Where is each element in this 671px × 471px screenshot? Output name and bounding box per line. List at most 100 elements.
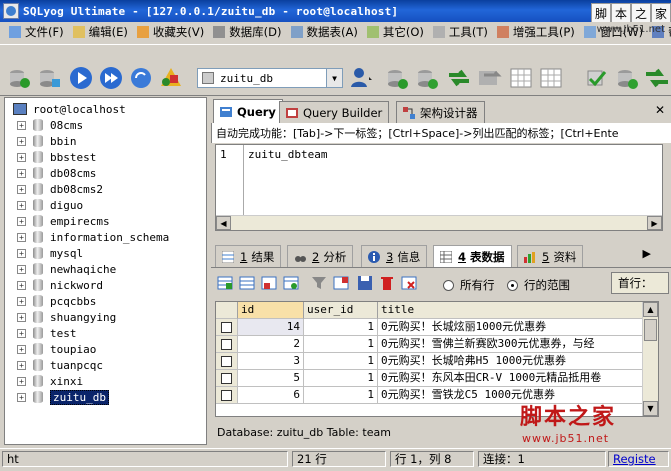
radio-button-selected[interactable] [507,279,518,291]
new-query-icon[interactable] [36,65,62,91]
menu-favorites[interactable]: 收藏夹(V) [136,24,204,40]
expand-icon[interactable]: + [17,152,26,162]
expand-icon[interactable]: + [17,328,26,338]
row-selector[interactable] [216,353,238,370]
tree-item-mysql[interactable]: + mysql [17,245,83,261]
backup-database-icon[interactable] [414,65,440,91]
tab-scroll-right-icon[interactable]: ▶ [643,247,651,260]
table-row[interactable]: 3 1 0元购买！长城哈弗H5 1000元优惠券 [216,353,658,370]
scroll-down-icon[interactable]: ▼ [643,401,658,416]
radio-all-rows[interactable]: 所有行 [443,277,495,293]
cell-id[interactable]: 14 [238,319,304,336]
cell-user-id[interactable]: 1 [304,336,378,353]
schema-grid-icon[interactable] [538,65,564,91]
insert-row-icon[interactable] [217,275,233,291]
cell-id[interactable]: 5 [238,370,304,387]
menu-powertools[interactable]: 增强工具(P) [496,24,575,40]
close-icon[interactable]: ✕ [655,103,665,117]
table-row[interactable]: 5 1 0元购买！东风本田CR-V 1000元精品抵用卷 [216,370,658,387]
import-database-icon[interactable] [384,65,410,91]
cell-title[interactable]: 0元购买！雪铁龙C5 1000元优惠券 [378,387,658,404]
expand-icon[interactable]: + [17,344,26,354]
row-selector[interactable] [216,336,238,353]
expand-icon[interactable]: + [17,184,26,194]
refresh-icon[interactable] [128,65,154,91]
tree-item-newhaqiche[interactable]: + newhaqiche [17,261,116,277]
tree-item-toupiao[interactable]: + toupiao [17,341,96,357]
menu-table[interactable]: 数据表(A) [290,24,358,40]
tab-query[interactable]: Query [213,99,283,123]
tree-item-test[interactable]: + test [17,325,77,341]
tree-item-nickword[interactable]: + nickword [17,277,103,293]
cell-user-id[interactable]: 1 [304,387,378,404]
row-checkbox[interactable] [221,355,232,367]
form-view-icon[interactable] [333,275,349,291]
row-selector[interactable] [216,387,238,404]
radio-row-range[interactable]: 行的范围 [507,277,570,293]
expand-icon[interactable]: + [17,216,26,226]
splitter[interactable] [211,234,671,242]
tree-item-empirecms[interactable]: + empirecms [17,213,110,229]
tree-item-tuanpcqc[interactable]: + tuanpcqc [17,357,103,373]
tree-item-08cms[interactable]: +08cms [17,117,83,133]
row-selector[interactable] [216,370,238,387]
chevron-down-icon[interactable]: ▼ [326,69,342,87]
cell-title[interactable]: 0元购买！长城炫丽1000元优惠券 [378,319,658,336]
table-row[interactable]: 2 1 0元购买！雪佛兰新赛欧300元优惠券，与经 [216,336,658,353]
execute-all-icon[interactable] [98,65,124,91]
column-header-id[interactable]: id [238,302,304,319]
menu-tools[interactable]: 工具(T) [432,24,488,40]
expand-icon[interactable]: + [17,200,26,210]
corner-cell[interactable] [216,302,238,319]
editor-code[interactable]: zuitu_dbteam [248,148,327,161]
delete-row-icon[interactable] [379,275,395,291]
expand-icon[interactable]: + [17,232,26,242]
tree-item-zuitu-db[interactable]: + zuitu_db [17,389,109,405]
cell-id[interactable]: 3 [238,353,304,370]
tree-item-bbstest[interactable]: + bbstest [17,149,96,165]
tab-schema-designer[interactable]: 架构设计器 [396,101,485,123]
tree-item-db08cms2[interactable]: + db08cms2 [17,181,103,197]
duplicate-row-icon[interactable] [239,275,255,291]
cell-id[interactable]: 2 [238,336,304,353]
cancel-changes-icon[interactable] [401,275,417,291]
menu-database[interactable]: 数据库(D) [213,24,282,40]
cell-id[interactable]: 6 [238,387,304,404]
db-tools-icon[interactable] [614,65,640,91]
tab-info[interactable]: 5 资料 [517,245,584,267]
tab-results[interactable]: 1 结果 [215,245,282,267]
tree-item-pcqcbbs[interactable]: + pcqcbbs [17,293,96,309]
transfer-icon[interactable] [644,65,670,91]
cell-title[interactable]: 0元购买！长城哈弗H5 1000元优惠券 [378,353,658,370]
scroll-up-icon[interactable]: ▲ [643,302,658,317]
database-select[interactable]: zuitu_db ▼ [197,68,343,88]
menu-edit[interactable]: 编辑(E) [72,24,128,40]
row-checkbox[interactable] [221,372,232,384]
menu-file[interactable]: 文件(F) [9,24,64,40]
tree-item-db08cms[interactable]: + db08cms [17,165,96,181]
scroll-right-icon[interactable]: ▶ [647,216,662,230]
expand-icon[interactable]: + [17,296,26,306]
cell-user-id[interactable]: 1 [304,370,378,387]
menu-other[interactable]: 其它(O) [366,24,424,40]
tree-item-diguo[interactable]: + diguo [17,197,83,213]
execute-icon[interactable] [68,65,94,91]
expand-icon[interactable]: + [17,312,26,322]
tree-item-information-schema[interactable]: + information_schema [17,229,169,245]
tree-item-xinxi[interactable]: + xinxi [17,373,83,389]
grid-vertical-scrollbar[interactable]: ▲ ▼ [642,302,658,416]
row-selector[interactable] [216,319,238,336]
expand-icon[interactable]: + [17,392,26,402]
cell-title[interactable]: 0元购买！东风本田CR-V 1000元精品抵用卷 [378,370,658,387]
row-checkbox[interactable] [221,338,232,350]
save-row-icon[interactable] [261,275,277,291]
tree-item-bbin[interactable]: + bbin [17,133,77,149]
column-header-title[interactable]: title [378,302,658,319]
filter-icon[interactable] [311,275,327,291]
cell-user-id[interactable]: 1 [304,319,378,336]
register-link[interactable]: Registe [613,452,656,466]
expand-icon[interactable]: + [17,248,26,258]
scroll-thumb[interactable] [644,319,657,341]
expand-icon[interactable]: + [17,136,26,146]
expand-icon[interactable]: + [17,120,26,130]
